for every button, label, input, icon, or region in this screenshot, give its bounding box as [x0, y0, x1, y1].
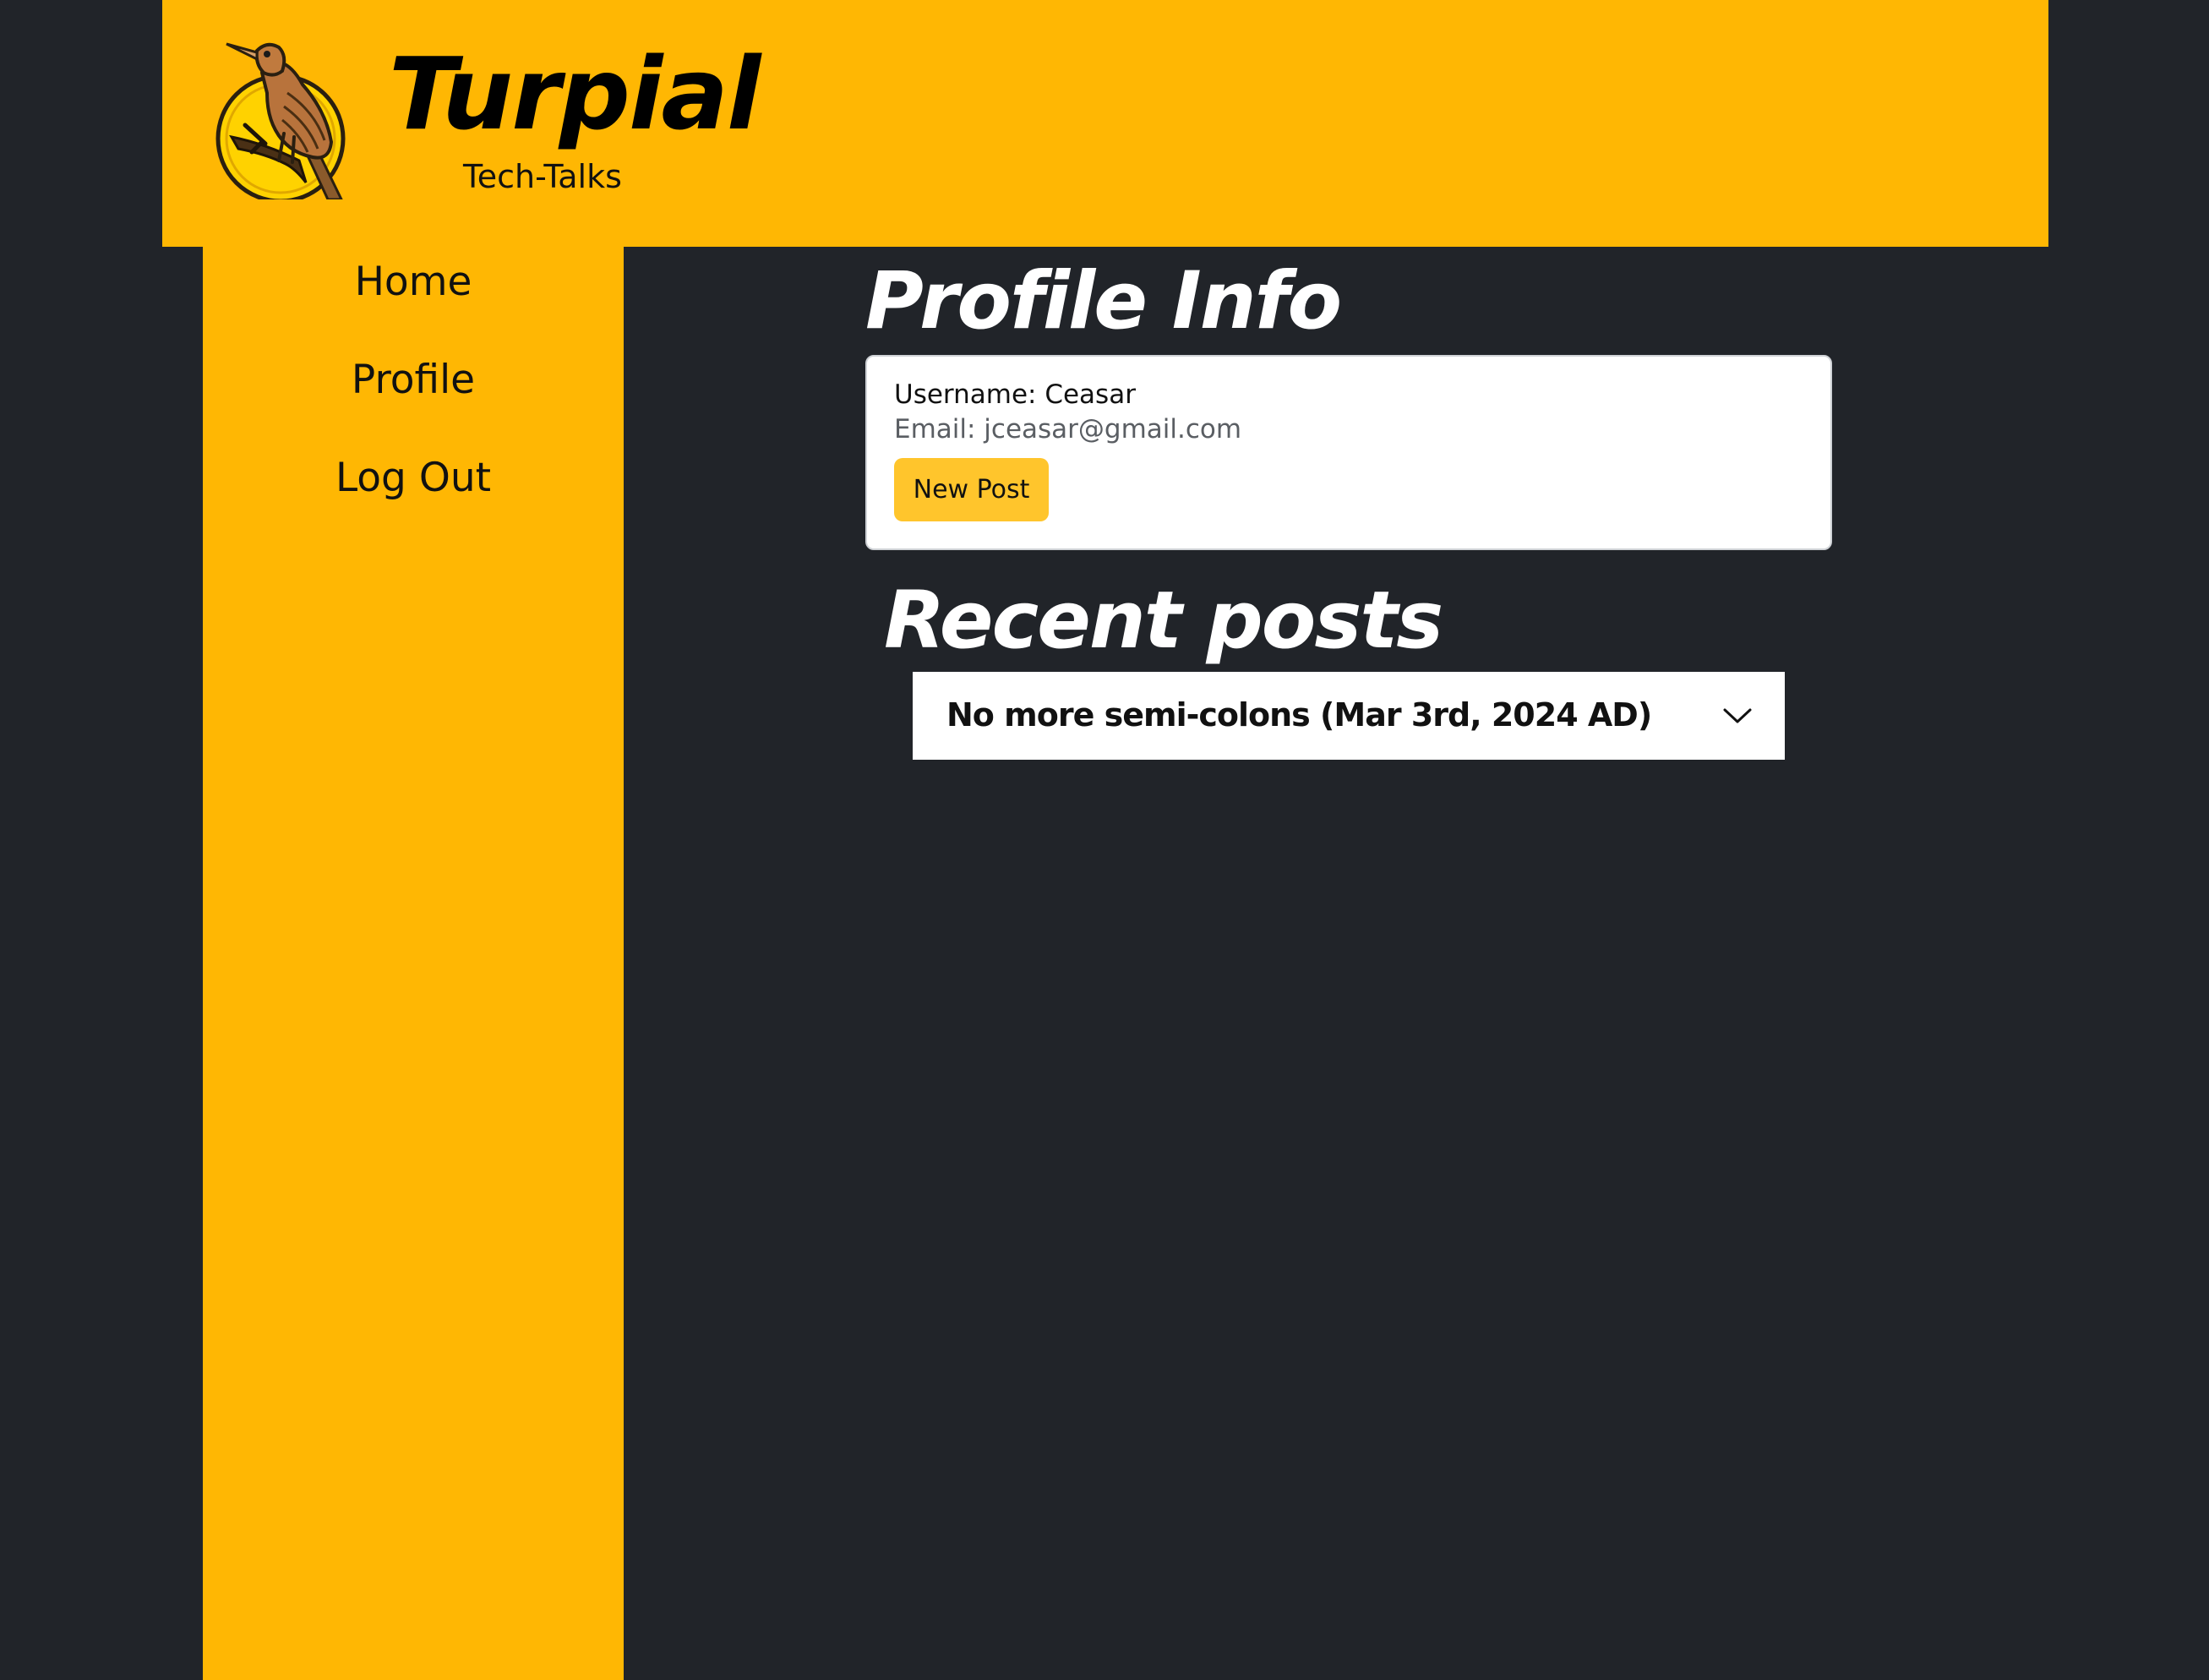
new-post-button[interactable]: New Post	[894, 458, 1049, 521]
turpial-bird-logo-icon[interactable]	[215, 34, 358, 199]
recent-posts-title: Recent posts	[884, 575, 1443, 667]
email-text: Email: jceasar@gmail.com	[894, 414, 1242, 445]
sidebar-item-logout[interactable]: Log Out	[203, 458, 624, 498]
profile-card: Username: Ceasar Email: jceasar@gmail.co…	[865, 355, 1832, 550]
site-header: Turpial Tech-Talks	[162, 0, 2048, 247]
sidebar-item-profile[interactable]: Profile	[203, 360, 624, 400]
post-title: No more semi-colons (Mar 3rd, 2024 AD)	[946, 696, 1652, 734]
chevron-down-icon[interactable]	[1722, 701, 1753, 731]
sidebar-item-home[interactable]: Home	[203, 262, 624, 302]
profile-info-title: Profile Info	[865, 255, 1342, 347]
sidebar-nav: Home Profile Log Out	[203, 247, 624, 1680]
brand-name: Turpial	[389, 35, 761, 152]
brand-tagline: Tech-Talks	[463, 158, 622, 195]
username-text: Username: Ceasar	[894, 379, 1136, 410]
post-accordion-item[interactable]: No more semi-colons (Mar 3rd, 2024 AD)	[913, 672, 1785, 760]
